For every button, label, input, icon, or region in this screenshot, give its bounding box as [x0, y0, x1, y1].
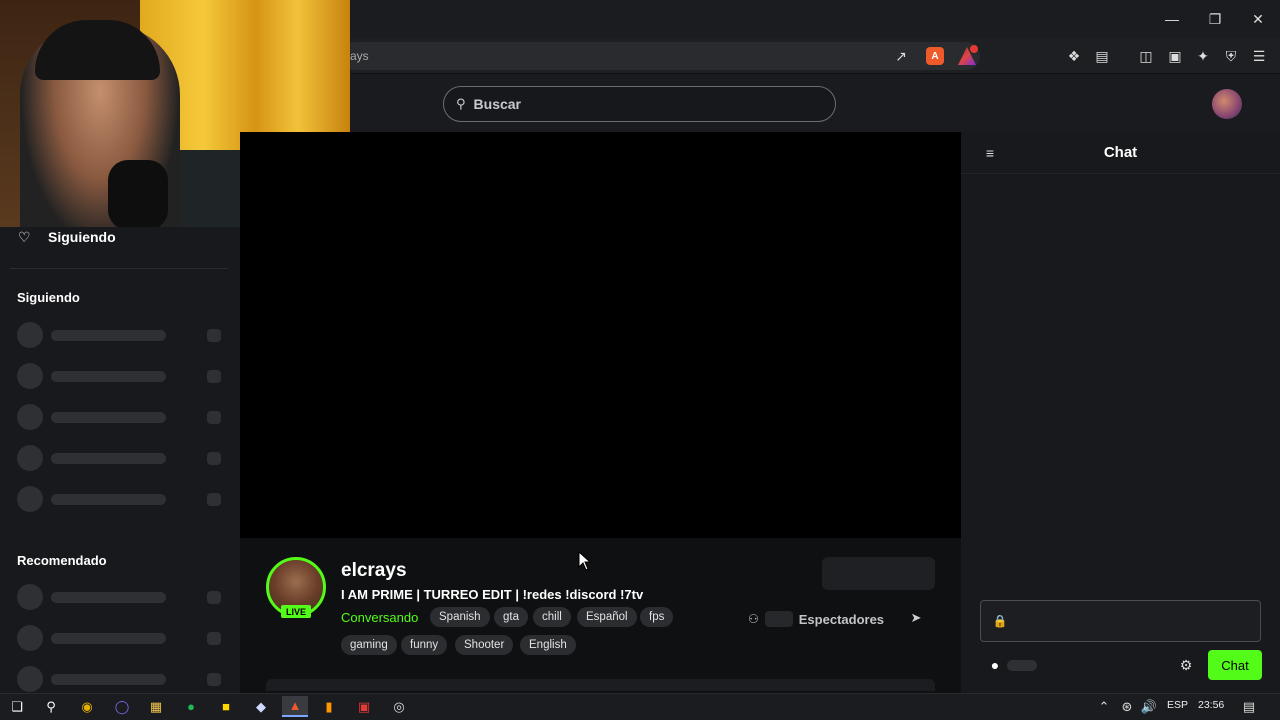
stream-category[interactable]: Conversando: [341, 610, 418, 625]
brave-shields-icon[interactable]: A: [924, 45, 946, 67]
spotify-icon[interactable]: ●: [178, 696, 204, 717]
emote-icon[interactable]: ●: [987, 657, 1003, 673]
collapse-chat-icon[interactable]: ≡: [981, 144, 999, 162]
wallet-icon[interactable]: ▣: [1164, 45, 1186, 67]
address-bar[interactable]: [340, 42, 980, 70]
windows-start-icon[interactable]: ❏: [4, 696, 30, 717]
heart-icon: ♡: [18, 229, 31, 245]
following-skeleton-row: [17, 363, 227, 389]
discord-icon[interactable]: ▣: [351, 696, 377, 717]
stream-title: I AM PRIME | TURREO EDIT | !redes !disco…: [341, 587, 644, 602]
minimize-icon[interactable]: —: [1150, 0, 1194, 38]
tag-chip[interactable]: Spanish: [430, 607, 490, 627]
leo-ai-icon[interactable]: ✦: [1192, 45, 1214, 67]
viewer-count: ⚇ Espectadores: [748, 609, 884, 629]
user-avatar[interactable]: [1212, 89, 1242, 119]
app-icon[interactable]: ▮: [316, 696, 342, 717]
lock-icon: 🔒: [992, 614, 1008, 628]
following-skeleton-row: [17, 322, 227, 348]
sticky-notes-icon[interactable]: ■: [213, 696, 239, 717]
menu-icon[interactable]: ☰: [1248, 45, 1270, 67]
notifications-icon[interactable]: ▤: [1236, 696, 1262, 717]
viewers-icon: ⚇: [748, 612, 759, 626]
app-icon[interactable]: ◆: [248, 696, 274, 717]
tag-chip[interactable]: English: [520, 635, 576, 655]
share-icon[interactable]: ➤: [908, 610, 924, 626]
follow-button-skeleton: [822, 557, 935, 590]
address-bar-text: ays: [350, 49, 369, 63]
cortana-icon[interactable]: ◯: [109, 696, 135, 717]
obs-icon[interactable]: ◎: [386, 696, 412, 717]
tag-chip[interactable]: fps: [640, 607, 674, 627]
extensions-icon[interactable]: ❖: [1063, 45, 1085, 67]
recommended-section-title: Recomendado: [17, 553, 107, 568]
tag-chip[interactable]: Español: [577, 607, 637, 627]
chat-message-input[interactable]: [980, 600, 1261, 642]
channel-name[interactable]: elcrays: [341, 560, 407, 582]
share-page-icon[interactable]: ↗: [890, 45, 912, 67]
following-skeleton-row: [17, 486, 227, 512]
chat-header: Chat: [961, 132, 1280, 174]
recommended-skeleton-row: [17, 625, 227, 651]
recommended-skeleton-row: [17, 584, 227, 610]
volume-icon[interactable]: 🔊: [1136, 696, 1162, 717]
tag-chip[interactable]: chill: [533, 607, 571, 627]
reader-mode-icon[interactable]: ▤: [1091, 45, 1113, 67]
about-section-skeleton: [266, 679, 935, 691]
keyboard-language[interactable]: ESP: [1167, 699, 1188, 711]
rewards-notification-badge: [970, 45, 978, 53]
tag-chip[interactable]: gaming: [341, 635, 397, 655]
following-skeleton-row: [17, 404, 227, 430]
search-input[interactable]: ⚲ Buscar: [443, 86, 836, 122]
tag-chip[interactable]: funny: [401, 635, 448, 655]
chat-send-button[interactable]: Chat: [1208, 650, 1262, 680]
vpn-shield-icon[interactable]: ⛨: [1220, 45, 1242, 67]
mouse-cursor-icon: [578, 551, 592, 571]
restore-icon[interactable]: ❐: [1193, 0, 1237, 38]
sidebar-item-following[interactable]: Siguiendo: [48, 229, 116, 245]
chrome-icon[interactable]: ◉: [74, 696, 100, 717]
tag-chip[interactable]: Shooter: [455, 635, 514, 655]
search-placeholder: Buscar: [473, 96, 521, 112]
following-skeleton-row: [17, 445, 227, 471]
chat-title: Chat: [1103, 144, 1138, 161]
viewers-label: Espectadores: [798, 611, 885, 627]
brave-browser-icon[interactable]: ▲: [282, 696, 308, 717]
file-explorer-icon[interactable]: ▦: [143, 696, 169, 717]
recommended-skeleton-row: [17, 666, 227, 692]
search-icon: ⚲: [456, 96, 466, 111]
emote-skeleton: [1007, 660, 1037, 671]
following-section-title: Siguiendo: [17, 290, 80, 305]
viewer-count-skeleton: [764, 611, 793, 627]
sidebar-toggle-icon[interactable]: ◫: [1135, 45, 1157, 67]
search-icon[interactable]: ⚲: [38, 696, 64, 717]
live-badge: LIVE: [281, 605, 311, 618]
video-player[interactable]: [240, 132, 961, 538]
sidebar-divider: [10, 268, 228, 269]
close-icon[interactable]: ✕: [1236, 0, 1280, 38]
gear-icon[interactable]: ⚙: [1178, 657, 1194, 673]
tag-chip[interactable]: gta: [494, 607, 528, 627]
clock-time[interactable]: 23:56: [1198, 699, 1224, 711]
